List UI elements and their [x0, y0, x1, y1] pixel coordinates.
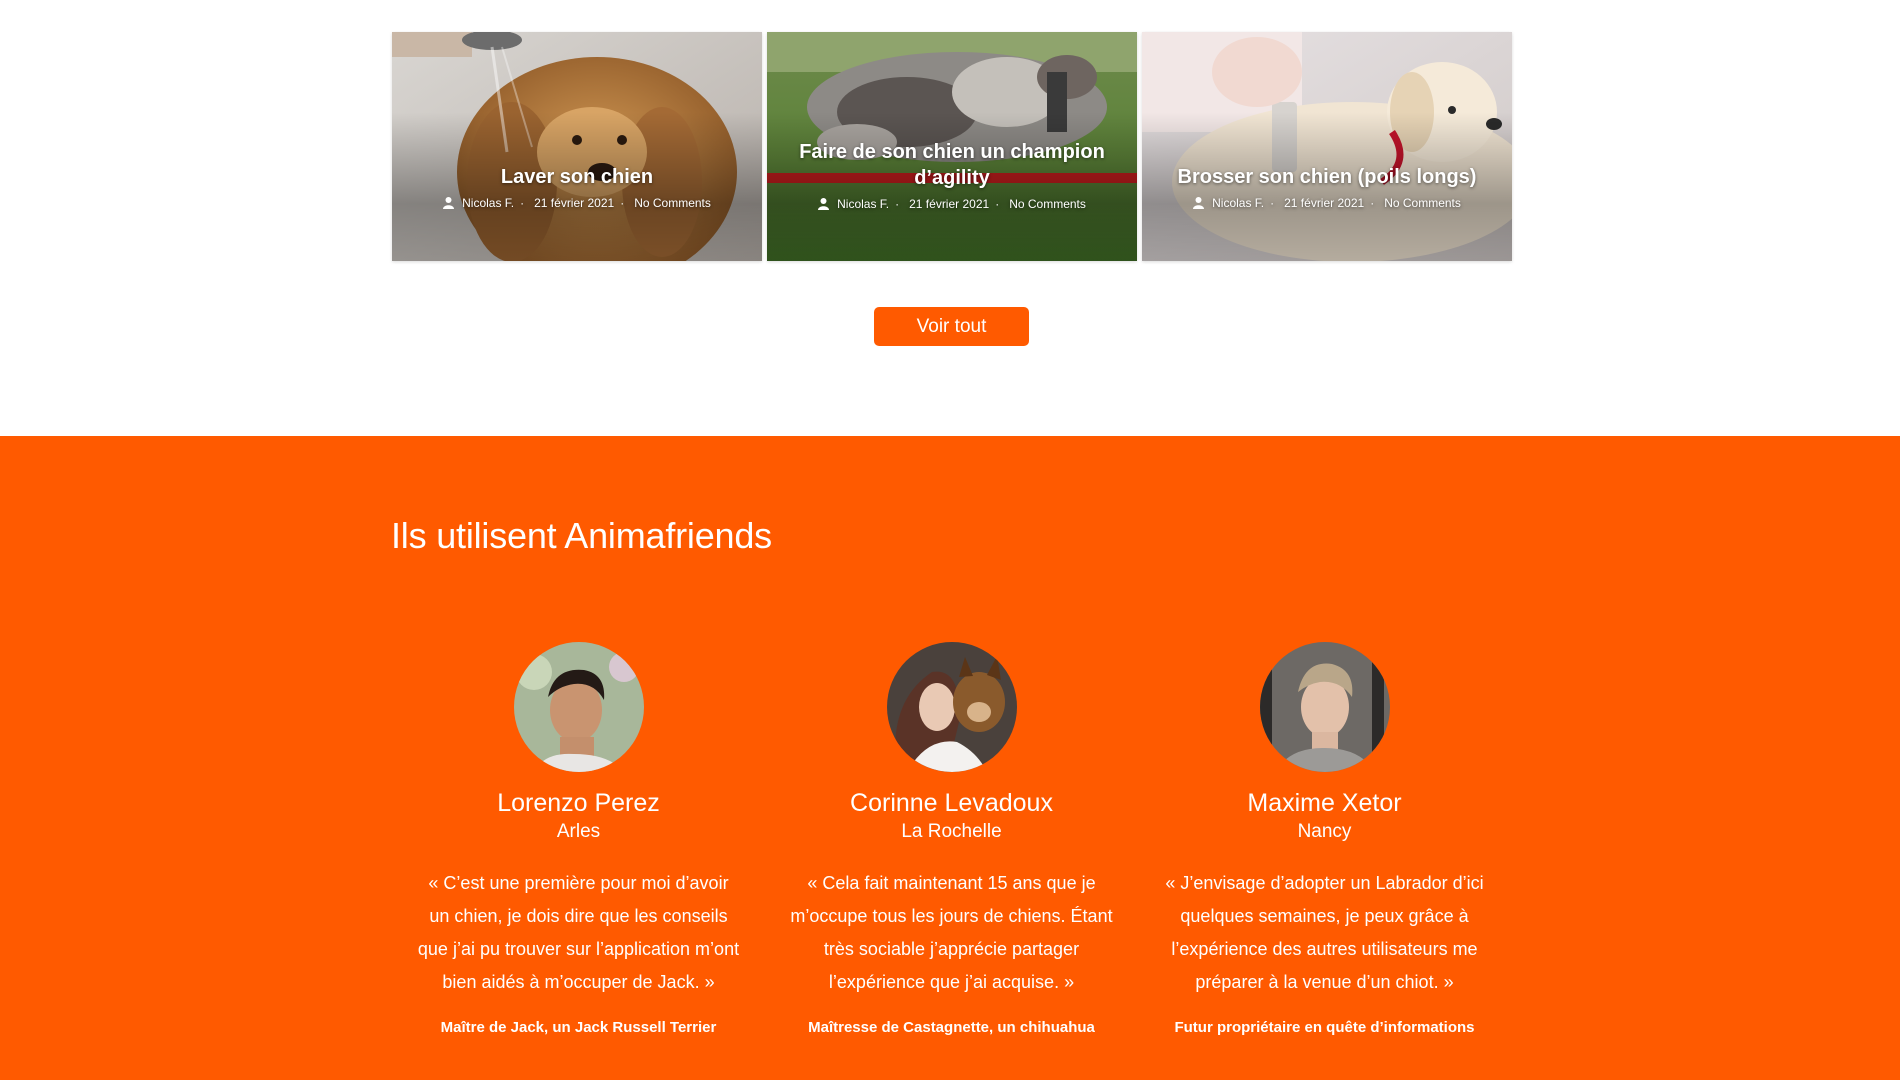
post-comments[interactable]: No Comments — [1384, 196, 1461, 210]
testimonial-name: Corinne Levadoux — [850, 789, 1053, 817]
post-date: 21 février 2021 — [534, 196, 615, 210]
post-title[interactable]: Laver son chien — [392, 164, 762, 190]
blog-posts-section: Laver son chien Nicolas F. · 21 février … — [0, 0, 1900, 436]
post-comments[interactable]: No Comments — [634, 196, 711, 210]
user-icon — [818, 198, 830, 210]
post-date: 21 février 2021 — [909, 197, 990, 211]
see-all-button[interactable]: Voir tout — [874, 307, 1029, 346]
post-card-2[interactable]: Faire de son chien un champion d’agility… — [767, 32, 1137, 261]
testimonial-city: Nancy — [1297, 821, 1352, 842]
testimonial-city: Arles — [556, 821, 601, 842]
post-card-1[interactable]: Laver son chien Nicolas F. · 21 février … — [392, 32, 762, 261]
post-card-3[interactable]: Brosser son chien (poils longs) Nicolas … — [1142, 32, 1512, 261]
avatar — [886, 642, 1017, 772]
post-1-overlay: Laver son chien Nicolas F. · 21 février … — [392, 164, 762, 210]
meta-separator: · — [620, 196, 625, 210]
user-icon — [1193, 197, 1205, 209]
avatar — [1259, 642, 1390, 772]
meta-separator: · — [520, 196, 525, 210]
post-meta: Nicolas F. · 21 février 2021 · No Commen… — [1142, 196, 1512, 210]
testimonial-3: Maxime Xetor Nancy « J’envisage d’adopte… — [1152, 642, 1497, 1036]
post-date: 21 février 2021 — [1284, 196, 1365, 210]
testimonial-2: Corinne Levadoux La Rochelle « Cela fait… — [779, 642, 1124, 1036]
section-title: Ils utilisent Animafriends — [391, 515, 772, 556]
testimonial-role: Maîtresse de Castagnette, un chihuahua — [808, 1019, 1095, 1036]
testimonial-quote: « Cela fait maintenant 15 ans que je m’o… — [790, 873, 1113, 992]
meta-separator: · — [1370, 196, 1375, 210]
meta-separator: · — [1270, 196, 1275, 210]
post-author[interactable]: Nicolas F. — [1212, 196, 1264, 210]
testimonial-quote: « J’envisage d’adopter un Labrador d’ici… — [1165, 873, 1484, 992]
post-title[interactable]: Faire de son chien un champion d’agility — [767, 139, 1137, 191]
testimonial-city: La Rochelle — [901, 821, 1002, 842]
post-2-overlay: Faire de son chien un champion d’agility… — [767, 139, 1137, 211]
testimonial-role: Futur propriétaire en quête d’informatio… — [1174, 1019, 1475, 1036]
post-comments[interactable]: No Comments — [1009, 197, 1086, 211]
post-meta: Nicolas F. · 21 février 2021 · No Commen… — [767, 197, 1137, 211]
post-3-overlay: Brosser son chien (poils longs) Nicolas … — [1142, 164, 1512, 210]
testimonial-1: Lorenzo Perez Arles « C’est une première… — [406, 642, 751, 1036]
user-icon — [443, 197, 455, 209]
testimonial-quote: « C’est une première pour moi d’avoir un… — [417, 873, 740, 992]
avatar — [513, 642, 644, 772]
testimonials-section: Ils utilisent Animafriends Lorenzo Perez… — [0, 436, 1900, 1080]
meta-separator: · — [995, 197, 1000, 211]
testimonial-name: Lorenzo Perez — [497, 789, 660, 817]
post-author[interactable]: Nicolas F. — [462, 196, 514, 210]
post-meta: Nicolas F. · 21 février 2021 · No Commen… — [392, 196, 762, 210]
testimonial-name: Maxime Xetor — [1247, 789, 1402, 817]
post-title[interactable]: Brosser son chien (poils longs) — [1142, 164, 1512, 190]
post-author[interactable]: Nicolas F. — [837, 197, 889, 211]
meta-separator: · — [895, 197, 900, 211]
testimonial-role: Maître de Jack, un Jack Russell Terrier — [440, 1019, 717, 1036]
